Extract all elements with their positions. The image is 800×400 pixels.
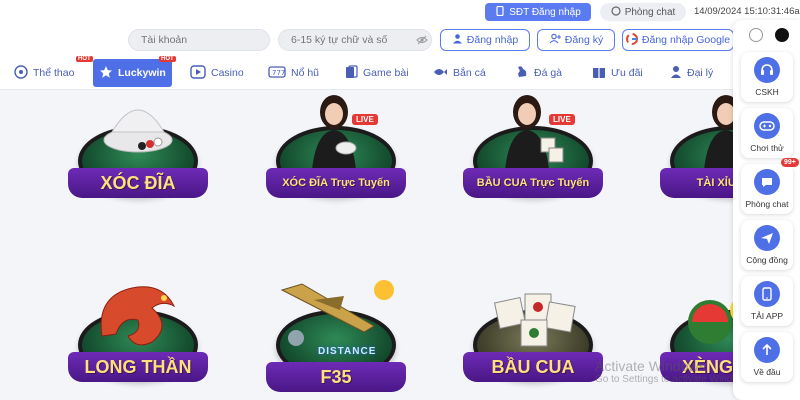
game-tile-bau-cua[interactable]: BẦU CUA [463, 276, 603, 398]
side-item-download-app[interactable]: TẢI APP [741, 276, 793, 326]
side-item-label: Về đầu [753, 367, 781, 377]
chat-room-button[interactable]: Phòng chat [600, 3, 686, 21]
dealer-image [505, 95, 564, 170]
phone-icon [495, 5, 505, 19]
login-label: Đăng nhập [466, 34, 519, 46]
side-item-label: Phòng chat [745, 199, 789, 209]
side-item-chat-room[interactable]: 99+ Phòng chat [741, 158, 799, 214]
game-title: BẦU CUA [463, 352, 603, 382]
game-subtitle: DISTANCE [318, 346, 377, 357]
dragon-image [100, 286, 176, 346]
login-bar: Đăng nhập Đăng ký Đăng nhập Google [0, 24, 800, 56]
hot-badge: HOT [159, 56, 176, 62]
side-item-support[interactable]: CSKH [741, 52, 793, 102]
game-tile-bau-cua-live[interactable]: LIVE BẦU CUA Trực Tuyến [463, 92, 603, 214]
nav-label: Ưu đãi [611, 67, 643, 79]
nav-item-agent[interactable]: Đại lý [670, 59, 713, 87]
nav-label: Đá gà [534, 67, 563, 79]
chat-room-label: Phòng chat [624, 6, 676, 18]
side-item-back-to-top[interactable]: Về đầu [741, 332, 793, 382]
nav-label: Đại lý [687, 67, 714, 79]
game-tile-xoc-dia-live[interactable]: LIVE XÓC ĐĨA Trực Tuyến [266, 92, 406, 214]
game-tile-long-than[interactable]: LONG THẦN [68, 276, 208, 398]
side-item-label: Cộng đồng [746, 255, 788, 265]
user-plus-icon [549, 33, 561, 47]
google-login-label: Đăng nhập Google [641, 34, 731, 46]
chat-icon [754, 169, 780, 195]
person-icon [670, 65, 682, 82]
rooster-icon [515, 65, 529, 82]
register-label: Đăng ký [564, 34, 604, 46]
windows-activation-watermark: Activate Windows Go to Settings to activ… [595, 358, 753, 385]
side-item-label: Chơi thử [750, 143, 784, 153]
phone-login-button[interactable]: SĐT Đăng nhập [485, 3, 591, 21]
slot-machine-icon: 777 [268, 65, 286, 82]
watermark-line-2: Go to Settings to activate Windows. [595, 374, 753, 385]
nav-item-fishing[interactable]: Bắn cá [432, 59, 486, 87]
nav-item-promotions[interactable]: Ưu đãi [592, 59, 643, 87]
fish-icon [432, 65, 448, 82]
game-title: XÓC ĐĨA Trực Tuyến [266, 168, 406, 198]
dark-theme-toggle[interactable] [775, 28, 789, 42]
side-item-community[interactable]: Cộng đồng [741, 220, 793, 270]
nav-item-cockfight[interactable]: Đá gà [515, 59, 562, 87]
live-badge: LIVE [549, 114, 575, 125]
datetime-display: 14/09/2024 15:10:31:46am [694, 6, 800, 17]
nav-label: Luckywin [118, 67, 166, 79]
nav-label: Nổ hũ [291, 67, 320, 79]
arrow-up-icon [754, 337, 780, 363]
nav-label: Bắn cá [453, 67, 486, 79]
password-input[interactable] [278, 29, 432, 51]
jet-image [280, 280, 394, 346]
side-item-label: CSKH [755, 87, 779, 97]
bowl-icon [103, 109, 173, 153]
side-item-label: TẢI APP [750, 311, 784, 321]
app-icon [754, 281, 780, 307]
star-icon [99, 65, 113, 82]
eye-off-icon[interactable] [416, 34, 428, 46]
nav-item-jackpot[interactable]: 777 Nổ hũ [268, 59, 319, 87]
nav-item-casino[interactable]: Casino [190, 59, 244, 87]
game-title: BẦU CUA Trực Tuyến [463, 168, 603, 198]
game-tile-xoc-dia[interactable]: XÓC ĐĨA [68, 92, 208, 214]
chat-bubble-icon [611, 5, 621, 19]
nav-label: Thể thao [33, 67, 75, 79]
game-title: LONG THẦN [68, 352, 208, 382]
floating-side-panel: CSKH Chơi thử 99+ Phòng chat Cộng đồng T… [733, 20, 800, 400]
live-badge: LIVE [352, 114, 378, 125]
dice-image [493, 293, 576, 347]
cards-icon [344, 64, 358, 82]
nav-item-sports[interactable]: Thể thao HOT [14, 56, 93, 87]
game-title: XÓC ĐĨA [68, 168, 208, 198]
headset-icon [754, 57, 780, 83]
gamepad-icon [754, 113, 780, 139]
gift-icon [592, 65, 606, 82]
game-title: F35 [266, 362, 406, 392]
unread-badge: 99+ [781, 158, 799, 167]
account-input[interactable] [128, 29, 270, 51]
user-icon [452, 33, 463, 47]
game-tile-f35[interactable]: DISTANCE F35 [266, 276, 406, 398]
side-item-demo[interactable]: Chơi thử [741, 108, 793, 158]
play-icon [190, 64, 206, 82]
top-bar: SĐT Đăng nhập Phòng chat 14/09/2024 15:1… [0, 0, 800, 24]
google-login-button[interactable]: Đăng nhập Google [622, 29, 734, 51]
phone-login-label: SĐT Đăng nhập [509, 6, 581, 18]
send-icon [754, 225, 780, 251]
nav-item-card-games[interactable]: Game bài [344, 59, 409, 87]
light-theme-toggle[interactable] [749, 28, 763, 42]
nav-label: Game bài [363, 67, 409, 79]
main-nav: Thể thao HOT Luckywin HOT Casino 777 Nổ … [0, 56, 800, 90]
login-button[interactable]: Đăng nhập [440, 29, 530, 51]
hot-badge: HOT [76, 56, 93, 62]
register-button[interactable]: Đăng ký [537, 29, 615, 51]
nav-item-luckywin[interactable]: Luckywin HOT [93, 56, 176, 87]
google-icon [625, 32, 638, 48]
nav-label: Casino [211, 67, 244, 79]
sports-icon [14, 64, 28, 82]
watermark-line-1: Activate Windows [595, 358, 706, 374]
svg-text:777: 777 [272, 69, 285, 77]
dealer-image [312, 95, 357, 170]
